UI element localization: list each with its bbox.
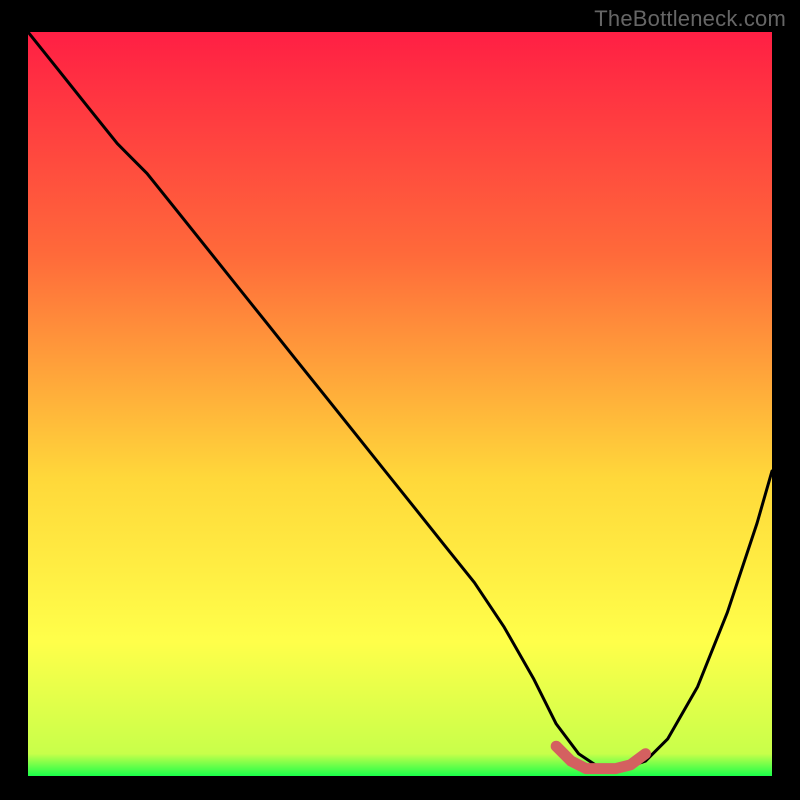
plot-area (28, 32, 772, 776)
chart-svg (28, 32, 772, 776)
gradient-background (28, 32, 772, 776)
chart-container: TheBottleneck.com (0, 0, 800, 800)
attribution-text: TheBottleneck.com (594, 6, 786, 32)
